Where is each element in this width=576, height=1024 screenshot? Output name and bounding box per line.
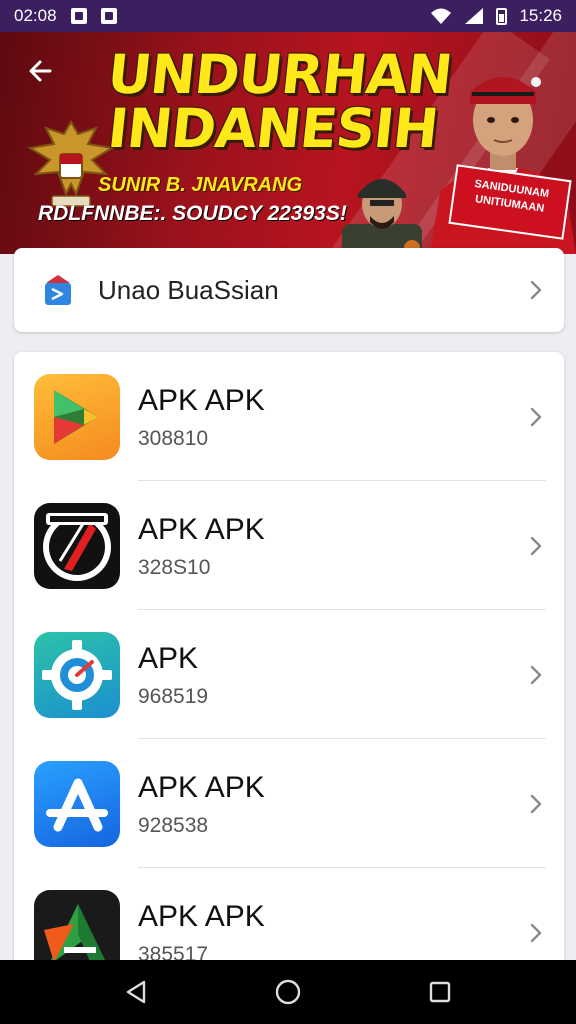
battery-icon [496, 7, 508, 25]
app-number: 308810 [138, 426, 209, 450]
nav-back-button[interactable] [116, 972, 156, 1012]
chevron-right-icon [530, 280, 542, 300]
banner-subtitle-2: RDLFNNBE:. SOUDCY 22393S! [38, 202, 347, 225]
chevron-right-icon [530, 794, 542, 813]
info-card[interactable]: Unao BuaSsian [14, 248, 564, 332]
app-name: APK APK [138, 899, 265, 933]
document-icon [45, 275, 71, 305]
chevron-right-icon [530, 923, 542, 942]
play-store-icon [34, 373, 120, 460]
banner-title-line2: INDANESIH [104, 97, 441, 160]
racing-logo-icon [34, 502, 120, 589]
status-time-right: 15:26 [519, 6, 562, 25]
chevron-right-icon [530, 665, 542, 684]
status-bar: 02:08 15:26 [0, 0, 576, 32]
list-item[interactable]: APK 968519 [14, 610, 564, 739]
list-item[interactable]: APK APK 928538 [14, 739, 564, 868]
triangle-back-icon [126, 980, 146, 1004]
app-name: APK [138, 641, 199, 675]
navigation-bar [0, 960, 576, 1024]
info-card-label: Unao BuaSsian [98, 274, 279, 305]
back-button[interactable] [26, 56, 62, 92]
soldier-illustration [342, 179, 422, 254]
header-banner: UNDURHAN INDANESIH SUNIR B. JNAVRANG RDL… [0, 32, 576, 254]
banner-title: UNDURHAN INDANESIH [99, 43, 455, 160]
nav-recents-button[interactable] [420, 972, 460, 1012]
app-name: APK APK [138, 512, 265, 546]
app-number: 968519 [138, 684, 209, 708]
chevron-right-icon [530, 536, 542, 555]
notification-icon-2 [100, 8, 117, 24]
square-recents-icon [429, 981, 451, 1003]
list-item[interactable]: APK APK 308810 [14, 352, 564, 481]
list-item[interactable]: APK APK 328S10 [14, 481, 564, 610]
settings-gear-icon [34, 631, 120, 718]
notification-icon [70, 8, 87, 24]
wifi-icon [431, 8, 452, 24]
signal-icon [465, 8, 484, 24]
app-name: APK APK [138, 383, 265, 417]
nav-home-button[interactable] [268, 972, 308, 1012]
back-arrow-icon [29, 60, 52, 82]
app-name: APK APK [138, 770, 265, 804]
chevron-right-icon [530, 407, 542, 426]
banner-subtitle: SUNIR B. JNAVRANG [98, 174, 303, 196]
circle-home-icon [275, 979, 301, 1005]
app-number: 928538 [138, 813, 209, 837]
app-list: APK APK 308810 APK APK 328S10 APK 968519… [14, 352, 564, 992]
status-time-left: 02:08 [14, 6, 57, 25]
app-number: 328S10 [138, 555, 211, 579]
app-store-icon [34, 760, 120, 847]
